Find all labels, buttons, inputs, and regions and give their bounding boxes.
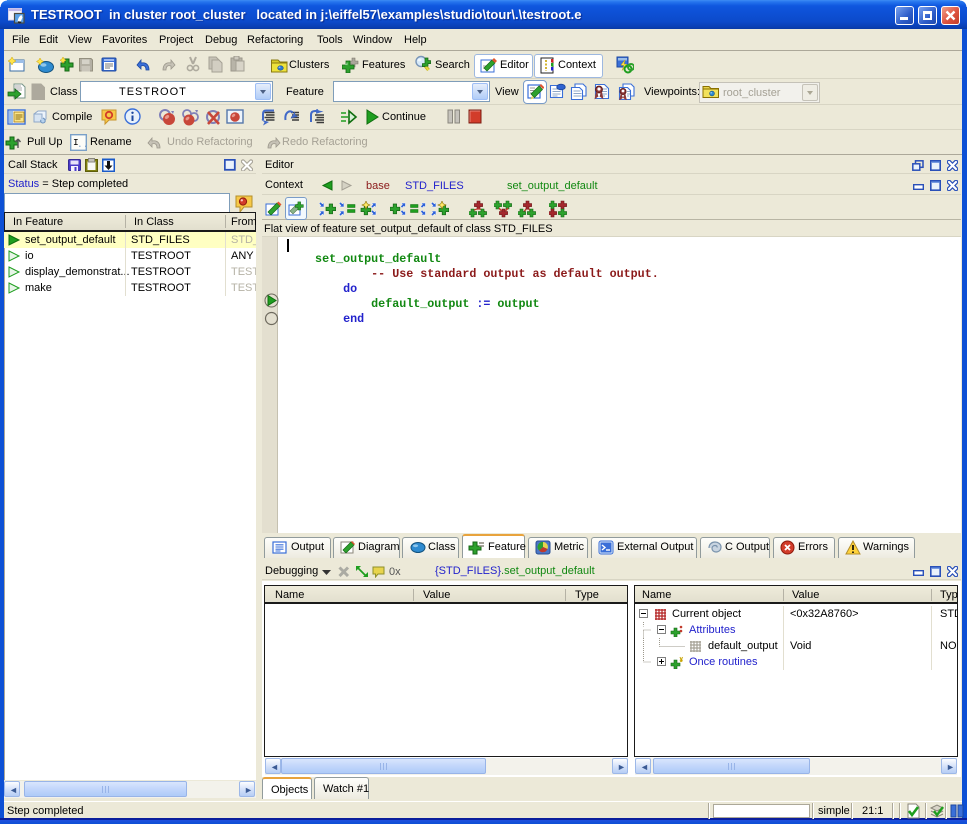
svg-text:...: ... (77, 139, 87, 150)
